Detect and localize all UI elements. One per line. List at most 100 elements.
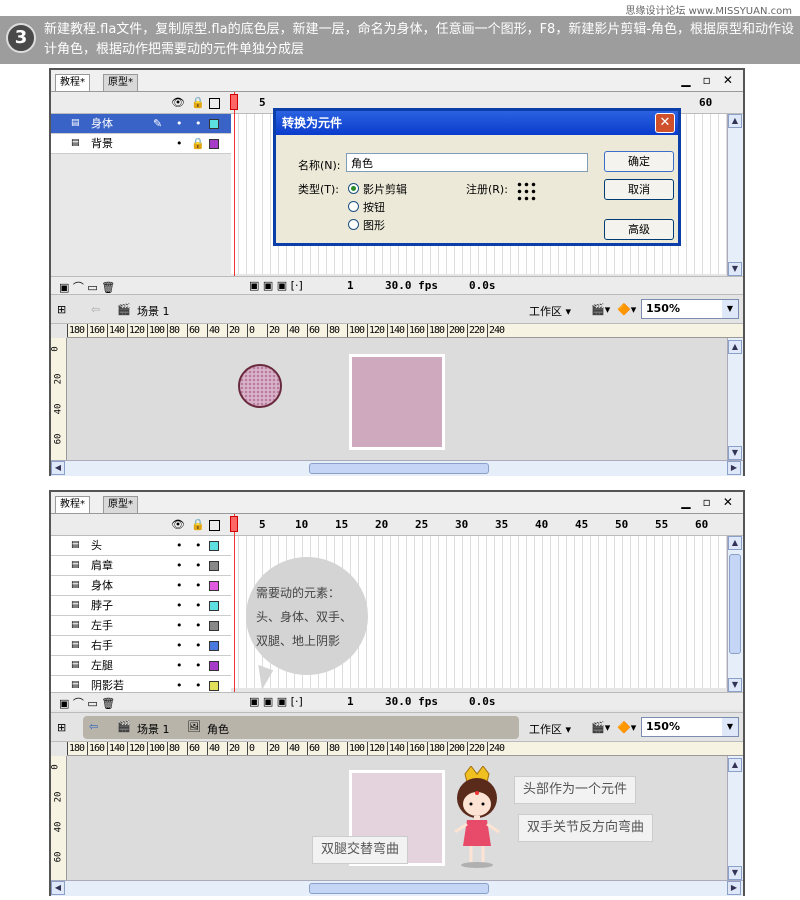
lock-icon[interactable]: 🔒 <box>191 134 205 153</box>
onion-icons[interactable]: ▣ ▣ ▣ [·] <box>249 279 303 292</box>
window-controls[interactable]: ▁ ▫ ✕ <box>681 495 737 509</box>
layer-row[interactable]: ▤ 身体 ✎ • • <box>51 114 231 134</box>
playhead[interactable] <box>234 92 235 278</box>
scroll-down-icon[interactable]: ▼ <box>728 262 742 276</box>
scroll-right-icon[interactable]: ▶ <box>727 461 741 475</box>
tab-tutorial[interactable]: 教程* <box>55 496 90 513</box>
stage-vscroll[interactable]: ▲ ▼ <box>727 338 743 460</box>
registration-grid-icon[interactable] <box>516 181 536 201</box>
tab-prototype[interactable]: 原型* <box>103 74 138 91</box>
scroll-left-icon[interactable]: ◀ <box>51 881 65 895</box>
tab-prototype[interactable]: 原型* <box>103 496 138 513</box>
layer-row[interactable]: ▤ 背景 • 🔒 <box>51 134 231 154</box>
stage-hscroll[interactable]: ◀ ▶ <box>51 880 743 896</box>
layer-color-swatch[interactable] <box>209 681 219 691</box>
visibility-dot[interactable]: • <box>176 676 183 692</box>
layer-color-swatch[interactable] <box>209 541 219 551</box>
layer-row[interactable]: ▤ 肩章 • • <box>51 556 231 576</box>
lock-dot[interactable]: • <box>195 616 202 635</box>
name-input[interactable]: 角色 <box>346 153 588 172</box>
visibility-dot[interactable]: • <box>176 596 183 615</box>
stage[interactable] <box>67 338 727 460</box>
vscroll-thumb[interactable] <box>729 554 741 654</box>
layer-row[interactable]: ▤ 左腿 • • <box>51 656 231 676</box>
stage-icon[interactable]: ⊞ <box>57 721 66 734</box>
scroll-down-icon[interactable]: ▼ <box>728 678 742 692</box>
scene-name[interactable]: 场景 1 <box>137 721 170 737</box>
lock-dot[interactable]: • <box>195 536 202 555</box>
workspace-menu[interactable]: 工作区 ▾ <box>529 721 571 737</box>
lock-dot[interactable]: • <box>195 596 202 615</box>
layer-row[interactable]: ▤ 左手 • • <box>51 616 231 636</box>
visibility-dot[interactable]: • <box>176 134 183 153</box>
timeline-vscroll[interactable]: ▲ ▼ <box>727 114 743 276</box>
playhead[interactable] <box>234 514 235 692</box>
cancel-button[interactable]: 取消 <box>604 179 674 200</box>
lock-dot[interactable]: • <box>195 676 202 692</box>
scroll-down-icon[interactable]: ▼ <box>728 866 742 880</box>
window-controls[interactable]: ▁ ▫ ✕ <box>681 73 737 87</box>
type-movieclip-radio[interactable]: 影片剪辑 <box>348 181 407 197</box>
stage-icon[interactable]: ⊞ <box>57 303 66 316</box>
layer-color-swatch[interactable] <box>209 601 219 611</box>
back-arrow-icon[interactable]: ⇦ <box>89 720 98 733</box>
lock-dot[interactable]: • <box>195 556 202 575</box>
visibility-dot[interactable]: • <box>176 114 183 133</box>
lock-icon[interactable]: 🔒 <box>191 518 205 531</box>
visibility-dot[interactable]: • <box>176 576 183 595</box>
lock-dot[interactable]: • <box>195 576 202 595</box>
layer-color-swatch[interactable] <box>209 119 219 129</box>
scroll-up-icon[interactable]: ▲ <box>728 536 742 550</box>
scroll-up-icon[interactable]: ▲ <box>728 340 742 354</box>
layer-color-swatch[interactable] <box>209 621 219 631</box>
layer-tools-icon[interactable]: ▣ ⌒ ▭ 🗑 <box>59 695 115 711</box>
stage-vscroll[interactable]: ▲ ▼ <box>727 756 743 880</box>
scene-name[interactable]: 场景 1 <box>137 303 170 319</box>
edit-scene-icon[interactable]: 🔶▾ <box>617 303 636 316</box>
onion-icons[interactable]: ▣ ▣ ▣ [·] <box>249 695 303 708</box>
visibility-dot[interactable]: • <box>176 536 183 555</box>
eye-icon[interactable]: 👁 <box>171 96 185 109</box>
stage-hscroll[interactable]: ◀ ▶ <box>51 460 743 476</box>
symbol-name[interactable]: 角色 <box>207 721 229 737</box>
visibility-dot[interactable]: • <box>176 656 183 675</box>
character-figure[interactable] <box>443 766 513 870</box>
zoom-select[interactable]: 150% ▼ <box>641 717 739 737</box>
playhead-handle[interactable] <box>230 94 238 110</box>
lock-dot[interactable]: • <box>195 656 202 675</box>
close-icon[interactable]: ✕ <box>655 113 675 133</box>
tab-tutorial[interactable]: 教程* <box>55 74 90 91</box>
scroll-up-icon[interactable]: ▲ <box>728 114 742 128</box>
layer-color-swatch[interactable] <box>209 641 219 651</box>
edit-symbol-icon[interactable]: 🎬▾ <box>591 303 610 316</box>
ok-button[interactable]: 确定 <box>604 151 674 172</box>
scroll-right-icon[interactable]: ▶ <box>727 881 741 895</box>
eye-icon[interactable]: 👁 <box>171 518 185 531</box>
visibility-dot[interactable]: • <box>176 616 183 635</box>
layer-color-swatch[interactable] <box>209 661 219 671</box>
workspace-menu[interactable]: 工作区 ▾ <box>529 303 571 319</box>
type-button-radio[interactable]: 按钮 <box>348 199 385 215</box>
lock-icon[interactable]: 🔒 <box>191 96 205 109</box>
layer-color-swatch[interactable] <box>209 561 219 571</box>
playhead-handle[interactable] <box>230 516 238 532</box>
visibility-dot[interactable]: • <box>176 636 183 655</box>
scroll-left-icon[interactable]: ◀ <box>51 461 65 475</box>
layer-row[interactable]: ▤ 右手 • • <box>51 636 231 656</box>
lock-dot[interactable]: • <box>195 114 202 133</box>
layer-row[interactable]: ▤ 阴影若 • • <box>51 676 231 692</box>
scroll-down-icon[interactable]: ▼ <box>728 446 742 460</box>
hscroll-thumb[interactable] <box>309 463 489 474</box>
layer-row[interactable]: ▤ 头 • • <box>51 536 231 556</box>
hscroll-thumb[interactable] <box>309 883 489 894</box>
layer-tools-icon[interactable]: ▣ ⌒ ▭ 🗑 <box>59 279 115 295</box>
zoom-select[interactable]: 150% ▼ <box>641 299 739 319</box>
timeline-vscroll[interactable]: ▲ ▼ <box>727 536 743 692</box>
layer-color-swatch[interactable] <box>209 581 219 591</box>
layer-color-swatch[interactable] <box>209 139 219 149</box>
visibility-dot[interactable]: • <box>176 556 183 575</box>
type-graphic-radio[interactable]: 图形 <box>348 217 385 233</box>
scroll-up-icon[interactable]: ▲ <box>728 758 742 772</box>
drawn-circle[interactable] <box>238 364 282 408</box>
outline-icon[interactable] <box>209 520 220 531</box>
